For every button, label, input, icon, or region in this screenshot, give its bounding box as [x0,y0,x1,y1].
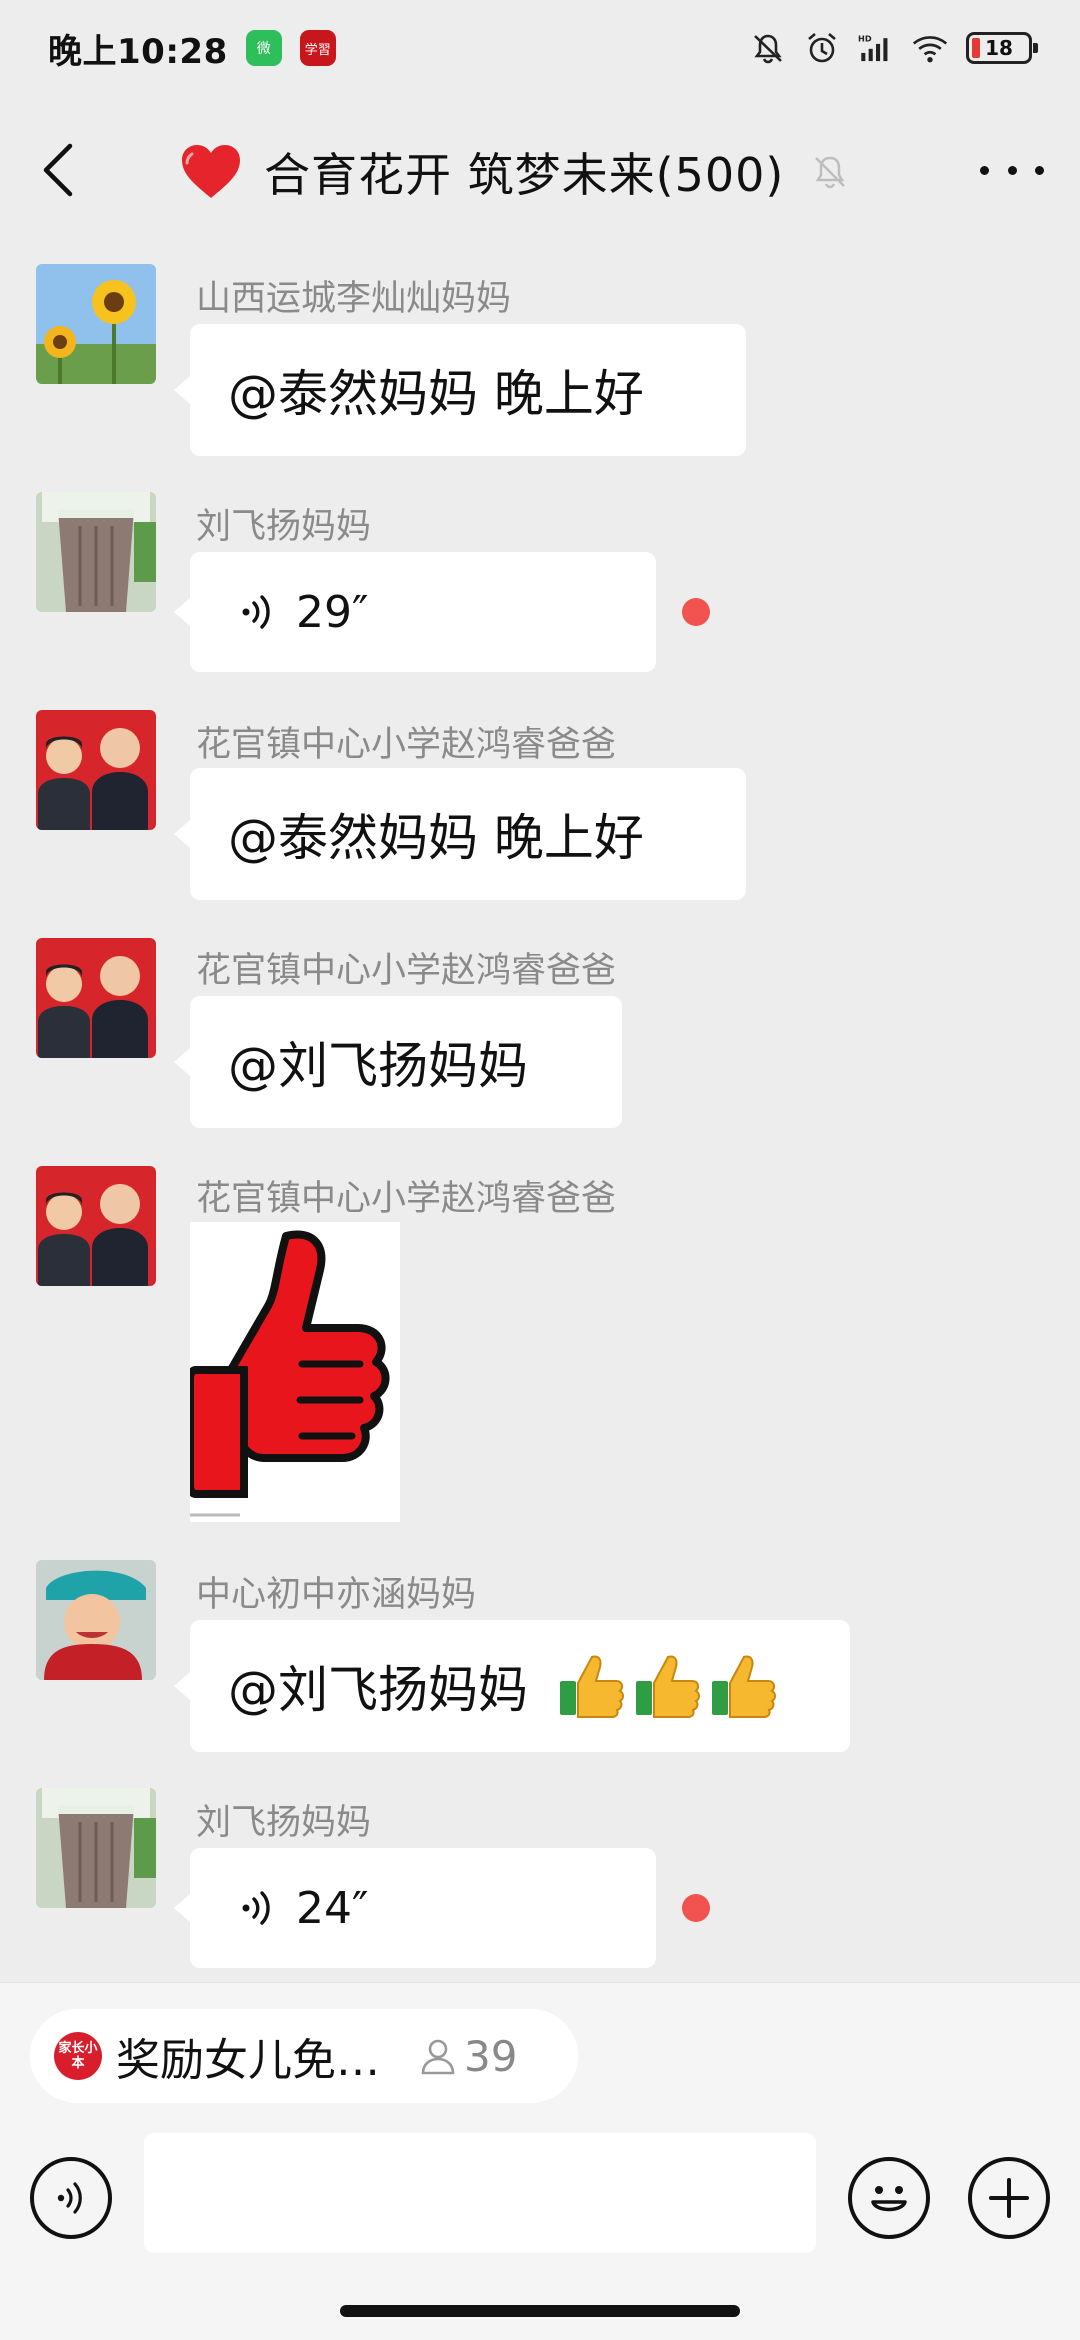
sender-name: 山西运城李灿灿妈妈 [196,279,512,319]
input-row [0,2133,1080,2263]
message-text: @泰然妈妈 晚上好 [228,365,644,423]
signal-icon: HD [858,33,888,62]
more-dot-icon [1007,165,1017,175]
viewer-count: 39 [464,2031,518,2081]
voice-wave-icon [57,2182,82,2214]
voice-bubble[interactable]: 24″ [174,1848,656,1968]
thumbs-up-sticker[interactable] [190,1222,400,1522]
more-options-button[interactable] [980,152,1044,188]
smiley-icon [871,2186,907,2212]
thumbs-up-emoji-icon [712,1655,776,1718]
avatar-father-son[interactable] [36,710,156,830]
muted-bell-icon [815,156,846,189]
avatar-cup[interactable] [36,1788,156,1908]
heart-icon [182,145,240,198]
live-broadcast-pill[interactable]: 家长小本 奖励女儿免… 39 [30,2009,578,2103]
sender-name: 刘飞扬妈妈 [196,507,372,547]
avatar-baby[interactable] [36,1560,156,1680]
text-bubble[interactable]: @泰然妈妈 晚上好 [174,324,746,456]
emoji-button[interactable] [848,2157,930,2239]
text-bubble[interactable]: @刘飞扬妈妈 [174,996,622,1128]
thumbs-up-emoji-icon [636,1655,700,1718]
sender-name: 花官镇中心小学赵鸿睿爸爸 [196,725,617,765]
thumbs-up-emoji-icon [560,1655,624,1718]
voice-duration: 24″ [296,1882,369,1934]
avatar-father-son[interactable] [36,938,156,1058]
avatar-sunflower[interactable] [36,264,156,384]
status-bar: 晚上10:28 微 学習 HD 18 [0,0,1080,96]
message-input[interactable] [144,2133,816,2253]
sender-name: 花官镇中心小学赵鸿睿爸爸 [196,1179,617,1219]
sender-name: 中心初中亦涵妈妈 [196,1575,477,1615]
battery-level: 18 [985,36,1013,60]
user-icon [421,2039,455,2075]
wifi-icon [912,36,948,63]
live-logo: 家长小本 [54,2032,102,2080]
message-text: @刘飞扬妈妈 [228,1661,528,1719]
text-bubble[interactable]: @泰然妈妈 晚上好 [174,768,746,900]
text-bubble[interactable]: @刘飞扬妈妈 [174,1620,850,1752]
network-type-label: HD [858,33,872,43]
alarm-clock-icon [808,33,836,63]
live-title: 奖励女儿免… [116,2035,380,2086]
unread-dot [682,598,710,626]
chat-title-group[interactable]: 合育花开 筑梦未来(500) [180,132,850,212]
sender-name: 刘飞扬妈妈 [196,1803,372,1843]
study-app-notification-icon: 学習 [299,30,336,66]
mute-bell-icon [754,34,782,64]
avatar-father-son[interactable] [36,1166,156,1286]
more-dot-icon [980,165,989,175]
voice-wave-icon [242,1891,270,1925]
more-functions-button[interactable] [968,2157,1050,2239]
message-text: @泰然妈妈 晚上好 [228,809,644,867]
wechat-notification-icon: 微 [245,30,282,66]
chat-title: 合育花开 筑梦未来(500) [264,148,785,202]
more-dot-icon [1035,165,1044,175]
thumbs-up-emoji-group [558,1651,780,1721]
voice-duration: 29″ [296,586,369,638]
plus-icon [989,2178,1029,2218]
back-arrow-icon[interactable] [36,138,84,202]
message-text: @刘飞扬妈妈 [228,1037,528,1095]
voice-input-button[interactable] [30,2157,112,2239]
battery-indicator: 18 [966,32,1038,64]
chat-header: 合育花开 筑梦未来(500) [0,96,1080,244]
unread-dot [682,1894,710,1922]
avatar-cup[interactable] [36,492,156,612]
bottom-panel: 家长小本 奖励女儿免… 39 [0,1982,1080,2340]
home-indicator[interactable] [340,2305,740,2317]
voice-wave-icon [242,595,270,629]
status-time: 晚上10:28 [48,31,228,72]
sender-name: 花官镇中心小学赵鸿睿爸爸 [196,951,617,991]
voice-bubble[interactable]: 29″ [174,552,656,672]
